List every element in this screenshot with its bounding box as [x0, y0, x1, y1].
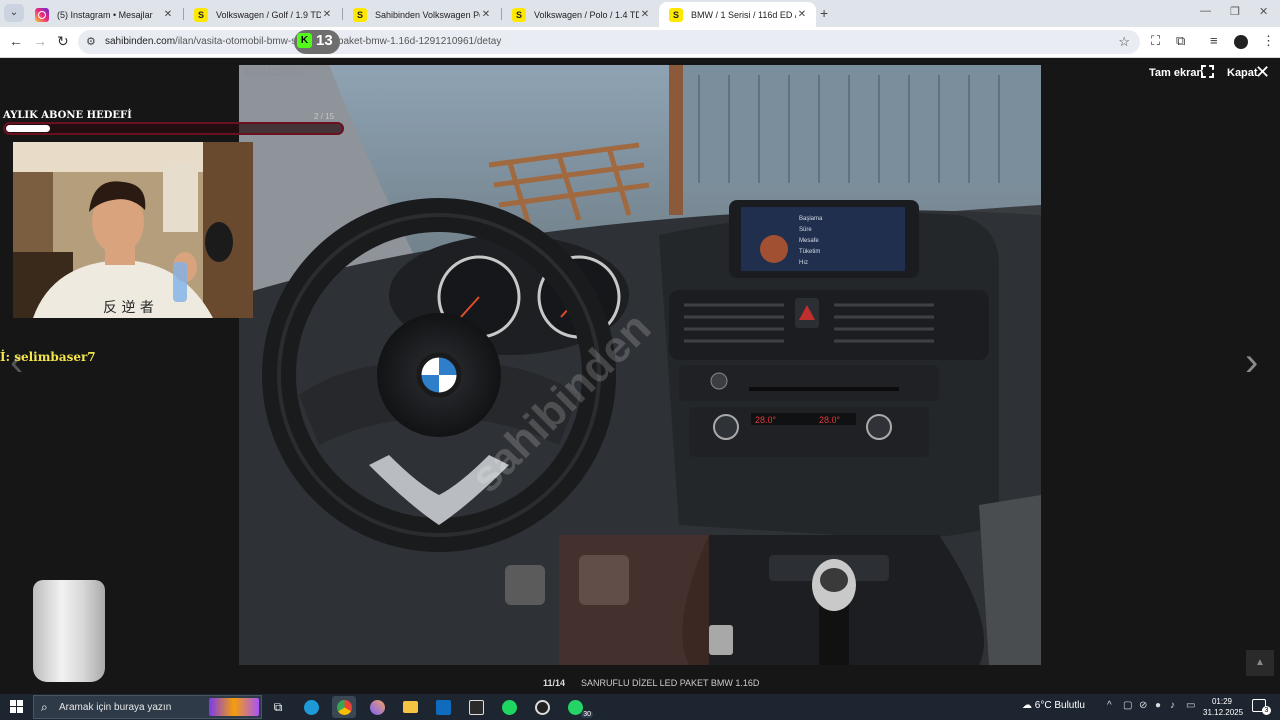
reload-icon[interactable]: ↻	[57, 33, 69, 50]
search-highlight-image	[209, 698, 259, 716]
edge-icon[interactable]	[299, 696, 323, 718]
svg-text:Tüketim: Tüketim	[799, 249, 820, 255]
close-icon[interactable]: ✕	[162, 9, 174, 20]
svg-text:Süre: Süre	[799, 227, 812, 233]
windows-taskbar: ⌕ Aramak için buraya yazın ⧉ 30 ☁ 6°C Bu…	[0, 694, 1280, 720]
webcam-feed: 反 逆 者	[13, 142, 253, 318]
profile-avatar[interactable]	[1234, 35, 1248, 49]
windows-start-icon[interactable]	[10, 700, 23, 713]
climate-temp-right: 28.0°	[819, 415, 841, 425]
menu-kebab-icon[interactable]: ⋮	[1262, 33, 1275, 49]
sahibinden-icon: S	[512, 7, 526, 22]
sahibinden-icon: S	[194, 7, 208, 22]
tab-title: Volkswagen / Polo / 1.4 TDI / Tr	[534, 9, 639, 20]
kick-viewer-badge: K 13	[294, 30, 340, 54]
sahibinden-icon: S	[353, 7, 367, 22]
window-close-icon[interactable]: ✕	[1259, 5, 1268, 18]
glass-overlay-image	[33, 580, 105, 682]
tab-instagram[interactable]: (5) Instagram • Mesajlar ✕	[25, 2, 182, 27]
taskbar-search-box[interactable]: ⌕ Aramak için buraya yazın	[33, 695, 262, 719]
media-control-icon[interactable]: ≡	[1210, 33, 1218, 48]
tab-strip: ⌄ (5) Instagram • Mesajlar ✕ S Volkswage…	[0, 0, 1280, 27]
task-view-icon[interactable]: ⧉	[266, 696, 290, 718]
close-icon[interactable]: ✕	[1255, 62, 1270, 83]
close-gallery-button[interactable]: Kapat	[1227, 67, 1258, 79]
svg-text:Başlama: Başlama	[799, 216, 823, 222]
restore-icon[interactable]: ❐	[1230, 5, 1240, 18]
fullscreen-button[interactable]: Tam ekran	[1149, 67, 1203, 79]
tab-title: Volkswagen / Golf / 1.9 TDI / Co	[216, 9, 321, 20]
extensions-icon[interactable]: ⧉	[1176, 33, 1185, 49]
whatsapp-unread-badge: 30	[581, 711, 593, 718]
mic-off-icon[interactable]: ⊘	[1139, 700, 1147, 711]
sub-goal-progress-bar	[3, 122, 344, 135]
streamer-webcam: 反 逆 者	[13, 142, 253, 318]
address-bar[interactable]: ⚙ sahibinden.com/ilan/vasita-otomobil-bm…	[78, 30, 1140, 54]
close-icon[interactable]: ✕	[321, 9, 333, 20]
browser-toolbar: ← → ↻ ⚙ sahibinden.com/ilan/vasita-otomo…	[0, 27, 1280, 58]
forward-arrow-icon[interactable]: →	[33, 33, 47, 49]
svg-text:Hız: Hız	[799, 260, 808, 266]
minimize-icon[interactable]: —	[1200, 5, 1211, 17]
tab-polo-2[interactable]: S Volkswagen / Polo / 1.4 TDI / Tr ✕	[502, 2, 659, 27]
sub-goal-progress-fill	[6, 125, 50, 132]
search-placeholder: Aramak için buraya yazın	[59, 702, 172, 713]
clock-time: 01:29	[1211, 697, 1233, 706]
photo-counter: 11/14	[543, 678, 566, 688]
kick-logo-icon: K	[297, 33, 312, 48]
screenshot-icon[interactable]: ⛶	[1151, 33, 1160, 49]
car-interior-photo[interactable]: Başlama Süre Mesafe Tüketim Hız 28.0° 28…	[239, 65, 1041, 665]
microphone-icon[interactable]: ●	[1155, 700, 1161, 711]
tab-title: (5) Instagram • Mesajlar	[57, 9, 153, 20]
listing-id: #1291210961	[244, 67, 306, 78]
tab-search-button[interactable]: ⌄	[4, 4, 24, 22]
climate-temp-left: 28.0°	[755, 415, 777, 425]
fullscreen-icon[interactable]	[1201, 65, 1214, 78]
tray-app-icon[interactable]: ▢	[1123, 700, 1132, 711]
store-icon[interactable]	[464, 696, 488, 718]
dashboard-illustration: Başlama Süre Mesafe Tüketim Hız 28.0° 28.0°…	[239, 65, 1041, 665]
copilot-icon[interactable]	[365, 696, 389, 718]
tab-golf[interactable]: S Volkswagen / Golf / 1.9 TDI / Co ✕	[184, 2, 341, 27]
file-explorer-icon[interactable]	[398, 696, 422, 718]
sahibinden-icon: S	[669, 7, 683, 22]
obs-icon[interactable]	[530, 696, 554, 718]
close-icon[interactable]: ✕	[796, 9, 808, 20]
desktop: ⌄ (5) Instagram • Mesajlar ✕ S Volkswage…	[0, 0, 1280, 720]
whatsapp-icon[interactable]: 30	[563, 696, 593, 718]
sub-goal-count: 2 / 15	[314, 112, 335, 121]
close-icon[interactable]: ✕	[480, 9, 492, 20]
volume-icon[interactable]: ♪	[1170, 700, 1175, 711]
viewer-count: 13	[316, 32, 333, 49]
new-tab-icon[interactable]: +	[820, 5, 828, 21]
tab-bmw[interactable]: S BMW / 1 Serisi / 116d ED / Effic ✕	[659, 2, 816, 27]
tab-title: Sahibinden Volkswagen Polo 1.	[375, 9, 480, 20]
taskbar-clock[interactable]: 01:29 31.12.2025	[1203, 696, 1244, 718]
spotify-icon[interactable]	[497, 696, 521, 718]
weather-widget[interactable]: ☁ 6°C Bulutlu	[1022, 700, 1085, 711]
clock-date: 31.12.2025	[1203, 708, 1244, 717]
search-icon: ⌕	[41, 700, 48, 714]
outlook-icon[interactable]	[431, 696, 455, 718]
network-icon[interactable]: ▭	[1186, 700, 1195, 711]
next-photo-arrow-icon[interactable]: ›	[1245, 340, 1258, 385]
svg-text:反 逆 者: 反 逆 者	[103, 300, 154, 316]
latest-subscriber: İ: selimbaser7	[0, 350, 96, 364]
bookmark-star-icon[interactable]: ☆	[1118, 34, 1130, 50]
tab-polo-1[interactable]: S Sahibinden Volkswagen Polo 1. ✕	[343, 2, 500, 27]
scroll-top-button[interactable]: ▲	[1246, 650, 1274, 676]
photo-caption: SANRUFLU DİZEL LED PAKET BMW 1.16D	[581, 678, 760, 688]
instagram-icon	[35, 7, 49, 22]
tab-title: BMW / 1 Serisi / 116d ED / Effic	[691, 9, 796, 20]
back-arrow-icon[interactable]: ←	[9, 33, 23, 49]
tray-expand-icon[interactable]: ^	[1107, 700, 1112, 711]
chrome-icon[interactable]	[332, 696, 356, 718]
close-icon[interactable]: ✕	[639, 9, 651, 20]
sub-goal-title: AYLIK ABONE HEDEFİ	[3, 110, 132, 121]
site-settings-icon[interactable]: ⚙	[86, 35, 96, 48]
notification-count: 3	[1262, 706, 1271, 715]
svg-text:Mesafe: Mesafe	[799, 238, 819, 244]
